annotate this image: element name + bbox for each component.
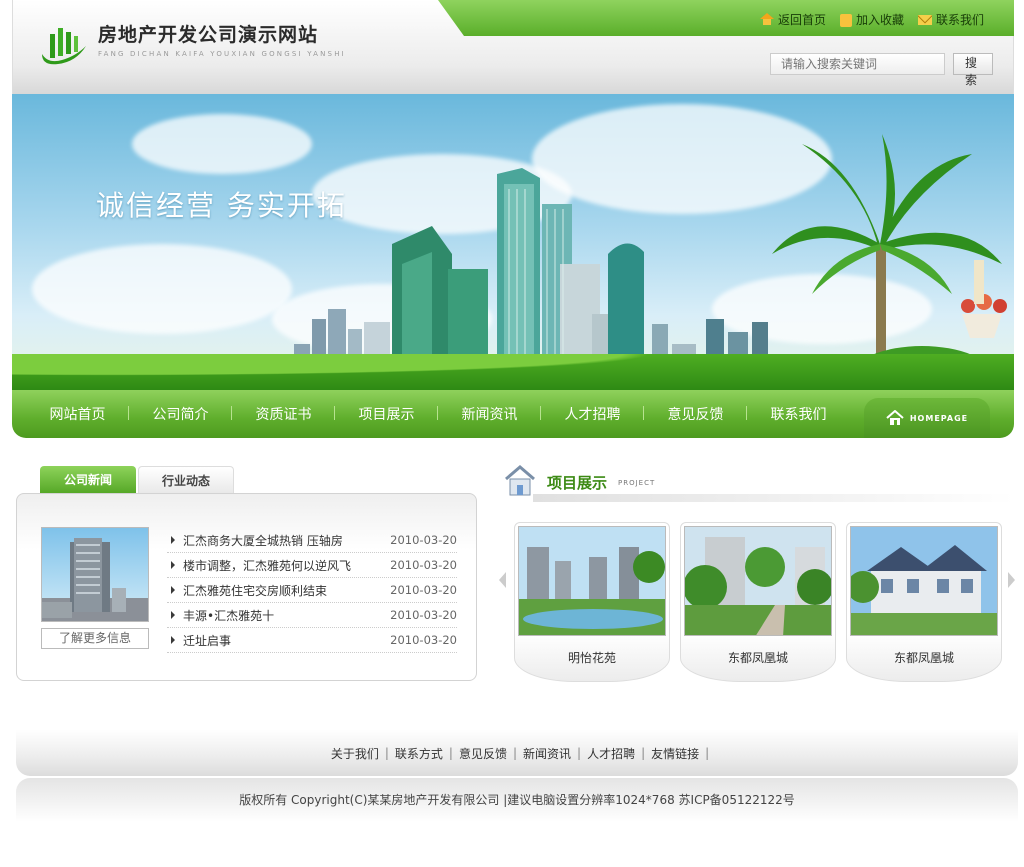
site-logo[interactable]: 房地产开发公司演示网站 FANG DICHAN KAIFA YOUXIAN GO… bbox=[38, 24, 346, 66]
news-date: 2010-03-20 bbox=[390, 633, 457, 647]
building-logo-icon bbox=[42, 28, 86, 65]
bullet-arrow-icon bbox=[171, 586, 175, 594]
city-skyline-image bbox=[294, 134, 1014, 390]
project-name: 东都凤凰城 bbox=[893, 651, 954, 665]
nav-item-projects[interactable]: 项目展示 bbox=[335, 404, 438, 424]
nav-item-certificates[interactable]: 资质证书 bbox=[232, 404, 335, 424]
lock-icon bbox=[839, 14, 852, 27]
bullet-arrow-icon bbox=[171, 561, 175, 569]
page: 返回首页 加入收藏 联系我们 房地产开发公司演示网站 FANG DICHAN K… bbox=[0, 0, 1024, 867]
project-photo bbox=[684, 526, 832, 636]
news-item[interactable]: 迁址启事 2010-03-20 bbox=[167, 628, 457, 653]
tab-company-news[interactable]: 公司新闻 bbox=[40, 466, 136, 493]
news-item[interactable]: 丰源•汇杰雅苑十 2010-03-20 bbox=[167, 603, 457, 628]
carousel-next-arrow[interactable] bbox=[1008, 572, 1015, 588]
bullet-arrow-icon bbox=[171, 611, 175, 619]
toplink-favorite-label: 加入收藏 bbox=[855, 13, 904, 27]
toplink-home-label: 返回首页 bbox=[777, 13, 826, 27]
news-list: 汇杰商务大厦全城热销 压轴房 2010-03-20 楼市调整，汇杰雅苑何以逆风飞 2… bbox=[167, 528, 457, 653]
bullet-arrow-icon bbox=[171, 636, 175, 644]
news-building-photo bbox=[41, 527, 149, 622]
news-title: 迁址启事 bbox=[183, 633, 232, 648]
toplink-home[interactable]: 返回首页 bbox=[759, 11, 826, 28]
news-item[interactable]: 汇杰商务大厦全城热销 压轴房 2010-03-20 bbox=[167, 528, 457, 553]
footer-link-feedback[interactable]: 意见反馈 bbox=[453, 745, 513, 762]
footer-links: 关于我们 | 联系方式 | 意见反馈 | 新闻资讯 | 人才招聘 | 友情链接 | bbox=[16, 730, 1018, 776]
homepage-tab[interactable]: HOMEPAGE bbox=[864, 398, 990, 438]
search-input[interactable] bbox=[770, 53, 945, 75]
project-card[interactable]: 明怡花苑 bbox=[514, 522, 670, 682]
nav-item-contact[interactable]: 联系我们 bbox=[747, 404, 850, 424]
project-card[interactable]: 东都凤凰城 bbox=[680, 522, 836, 682]
site-subtitle: FANG DICHAN KAIFA YOUXIAN GONGSI YANSHI bbox=[98, 50, 346, 58]
grass-strip bbox=[12, 354, 1014, 390]
footer-link-friends[interactable]: 友情链接 bbox=[645, 745, 705, 762]
news-item[interactable]: 楼市调整，汇杰雅苑何以逆风飞 2010-03-20 bbox=[167, 553, 457, 578]
toplink-favorite[interactable]: 加入收藏 bbox=[839, 11, 904, 28]
nav-item-news[interactable]: 新闻资讯 bbox=[438, 404, 541, 424]
footer-link-jobs[interactable]: 人才招聘 bbox=[581, 745, 641, 762]
home-icon bbox=[886, 410, 904, 425]
project-name: 东都凤凰城 bbox=[727, 651, 788, 665]
tab-industry-news[interactable]: 行业动态 bbox=[138, 466, 234, 493]
search-button[interactable]: 搜 索 bbox=[953, 53, 993, 87]
news-tabs: 公司新闻 行业动态 bbox=[40, 466, 234, 493]
projects-title: 项目展示 bbox=[547, 474, 608, 492]
search-box: 搜 索 bbox=[770, 53, 993, 87]
project-photo bbox=[518, 526, 666, 636]
projects-header-bar bbox=[533, 494, 1015, 502]
news-date: 2010-03-20 bbox=[390, 558, 457, 572]
project-name: 明怡花苑 bbox=[567, 651, 616, 665]
footer-link-contact[interactable]: 联系方式 bbox=[389, 745, 449, 762]
news-title: 汇杰商务大厦全城热销 压轴房 bbox=[183, 533, 343, 548]
news-panel: 了解更多信息 汇杰商务大厦全城热销 压轴房 2010-03-20 楼市调整，汇杰雅… bbox=[16, 493, 477, 681]
mail-icon bbox=[917, 14, 932, 25]
top-links: 返回首页 加入收藏 联系我们 bbox=[759, 11, 984, 28]
top-links-bar: 返回首页 加入收藏 联系我们 bbox=[438, 0, 1014, 36]
news-title: 丰源•汇杰雅苑十 bbox=[183, 608, 275, 623]
hero-banner: 诚信经营 务实开拓 bbox=[12, 94, 1014, 390]
news-date: 2010-03-20 bbox=[390, 583, 457, 597]
news-date: 2010-03-20 bbox=[390, 533, 457, 547]
logo-text: 房地产开发公司演示网站 FANG DICHAN KAIFA YOUXIAN GO… bbox=[98, 24, 346, 58]
home-icon bbox=[759, 13, 774, 26]
bullet-arrow-icon bbox=[171, 536, 175, 544]
projects-subtitle: PROJECT bbox=[618, 479, 656, 487]
banner-slogan: 诚信经营 务实开拓 bbox=[96, 189, 347, 222]
nav-item-jobs[interactable]: 人才招聘 bbox=[541, 404, 644, 424]
news-item[interactable]: 汇杰雅苑住宅交房顺利结束 2010-03-20 bbox=[167, 578, 457, 603]
site-title: 房地产开发公司演示网站 bbox=[98, 24, 319, 46]
nav-item-home[interactable]: 网站首页 bbox=[26, 404, 129, 424]
footer-link-news[interactable]: 新闻资讯 bbox=[517, 745, 577, 762]
news-more-button[interactable]: 了解更多信息 bbox=[41, 628, 149, 649]
news-date: 2010-03-20 bbox=[390, 608, 457, 622]
project-photo bbox=[850, 526, 998, 636]
nav-item-about[interactable]: 公司简介 bbox=[129, 404, 232, 424]
main-nav: 网站首页 公司简介 资质证书 项目展示 新闻资讯 人才招聘 意见反馈 联系我们 … bbox=[12, 390, 1014, 438]
news-title: 楼市调整，汇杰雅苑何以逆风飞 bbox=[183, 558, 352, 573]
copyright-text: 版权所有 Copyright(C)某某房地产开发有限公司 |建议电脑设置分辨率1… bbox=[16, 778, 1018, 822]
project-card[interactable]: 东都凤凰城 bbox=[846, 522, 1002, 682]
nav-item-feedback[interactable]: 意见反馈 bbox=[644, 404, 747, 424]
projects-header: 项目展示 PROJECT bbox=[503, 464, 1015, 502]
footer-separator: | bbox=[705, 746, 710, 760]
toplink-contact[interactable]: 联系我们 bbox=[917, 11, 984, 28]
homepage-label: HOMEPAGE bbox=[909, 413, 969, 423]
footer-link-about[interactable]: 关于我们 bbox=[325, 745, 385, 762]
toplink-contact-label: 联系我们 bbox=[935, 13, 984, 27]
house-icon bbox=[505, 465, 535, 496]
news-title: 汇杰雅苑住宅交房顺利结束 bbox=[183, 583, 328, 598]
carousel-prev-arrow[interactable] bbox=[499, 572, 506, 588]
